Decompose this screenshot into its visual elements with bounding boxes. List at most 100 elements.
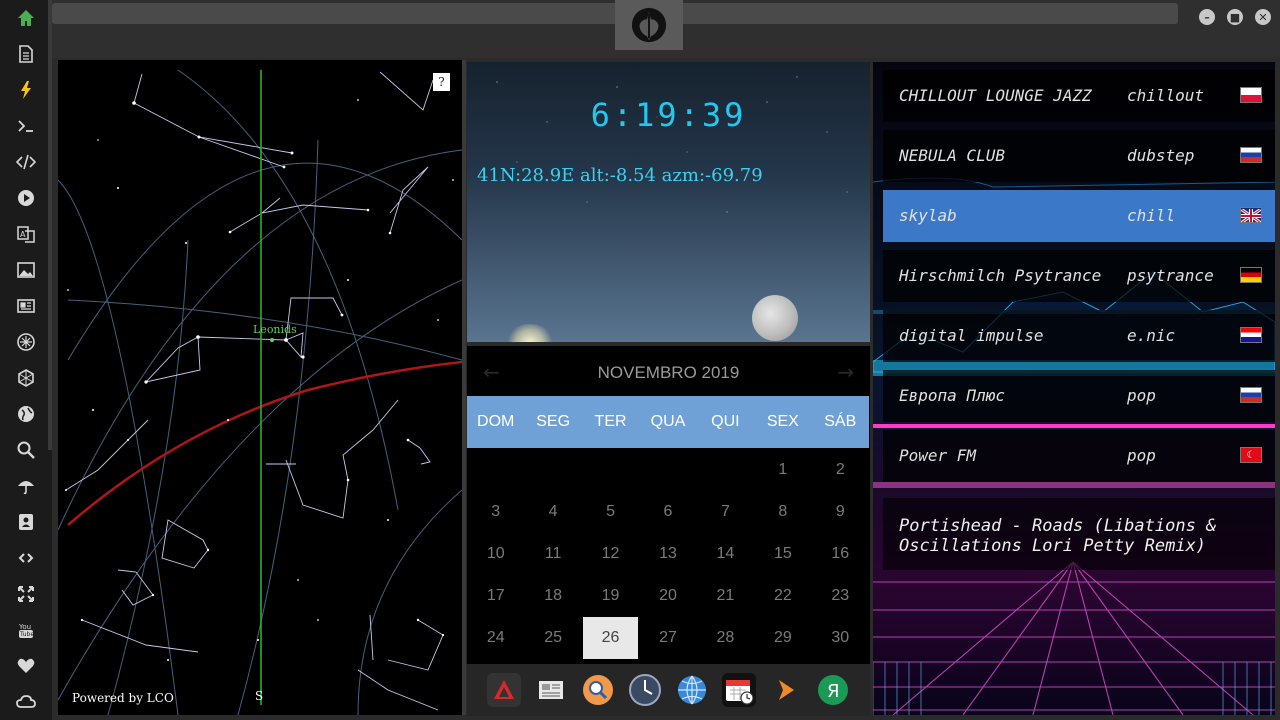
calendar-day[interactable]: 21 xyxy=(697,575,754,617)
calendar-day[interactable]: 7 xyxy=(697,491,754,533)
calendar-day[interactable]: 29 xyxy=(754,617,811,659)
close-icon[interactable]: ✕ xyxy=(1255,9,1271,25)
calendar-day[interactable]: 17 xyxy=(467,575,524,617)
code-icon[interactable] xyxy=(11,150,41,174)
rebel-icon[interactable] xyxy=(11,330,41,354)
calendar-day[interactable]: 11 xyxy=(524,533,581,575)
station-name: Hirschmilch Psytrance xyxy=(899,266,1102,285)
calendar-widget: ← NOVEMBRO 2019 → DOM SEG TER QUA QUI SE… xyxy=(467,346,870,664)
image-icon[interactable] xyxy=(11,258,41,282)
lightning-icon[interactable] xyxy=(11,78,41,102)
station-item[interactable]: Power FM pop ☾ xyxy=(883,430,1275,482)
station-item-active[interactable]: skylab chill xyxy=(883,190,1275,242)
calendar-day[interactable]: 20 xyxy=(639,575,696,617)
calendar-day[interactable]: 23 xyxy=(812,575,869,617)
arrow-right-icon[interactable]: → xyxy=(837,360,854,384)
calendar-day[interactable]: 27 xyxy=(639,617,696,659)
rebel-alliance-icon[interactable] xyxy=(615,0,683,50)
flag-uk-icon xyxy=(1240,207,1262,223)
news-icon[interactable] xyxy=(11,294,41,318)
calendar-day[interactable]: 14 xyxy=(697,533,754,575)
calendar-day[interactable]: 12 xyxy=(582,533,639,575)
calendar-day[interactable]: 16 xyxy=(812,533,869,575)
calendar-day[interactable]: 24 xyxy=(467,617,524,659)
fullscreen-icon[interactable] xyxy=(11,582,41,606)
weekday-label: SEG xyxy=(536,413,571,430)
radio-player: CHILLOUT LOUNGE JAZZ chillout NEBULA CLU… xyxy=(873,62,1275,715)
station-genre: e.nic xyxy=(1127,326,1176,345)
help-button[interactable]: ? xyxy=(433,73,450,91)
play-arrow-icon[interactable] xyxy=(769,673,803,707)
calendar-day[interactable]: 15 xyxy=(754,533,811,575)
globe-icon[interactable] xyxy=(675,673,709,707)
search-icon[interactable] xyxy=(581,673,615,707)
calendar-day[interactable]: 22 xyxy=(754,575,811,617)
calendar-day[interactable]: 25 xyxy=(524,617,581,659)
translate-icon[interactable]: A xyxy=(11,222,41,246)
station-item[interactable]: Европа Плюс pop xyxy=(883,370,1275,422)
weekday-label: TER xyxy=(594,413,627,430)
clock-icon[interactable] xyxy=(628,673,662,707)
youtube-icon[interactable]: You Tube xyxy=(11,618,41,642)
link-icon[interactable] xyxy=(11,546,41,570)
calendar-day xyxy=(467,449,524,491)
calendar-day[interactable]: 5 xyxy=(582,491,639,533)
calendar-day[interactable]: 4 xyxy=(524,491,581,533)
calendar-day[interactable]: 3 xyxy=(467,491,524,533)
station-name: skylab xyxy=(899,206,957,225)
calendar-day[interactable]: 8 xyxy=(754,491,811,533)
globe-icon[interactable] xyxy=(11,402,41,426)
station-name: Power FM xyxy=(899,446,977,465)
calendar-day[interactable]: 19 xyxy=(582,575,639,617)
umbrella-icon[interactable] xyxy=(11,474,41,498)
calendar-day-today[interactable]: 26 xyxy=(582,617,639,659)
calendar-day[interactable]: 28 xyxy=(697,617,754,659)
calendar-day[interactable]: 1 xyxy=(754,449,811,491)
station-genre: dubstep xyxy=(1127,146,1195,165)
station-name: digital impulse xyxy=(899,326,1044,345)
station-genre: pop xyxy=(1127,446,1156,465)
star-chart xyxy=(58,69,462,715)
flag-russia-icon xyxy=(1240,147,1262,163)
contact-icon[interactable] xyxy=(11,510,41,534)
terminal-icon[interactable] xyxy=(11,114,41,138)
home-icon[interactable] xyxy=(11,6,41,30)
calendar-day[interactable]: 10 xyxy=(467,533,524,575)
calendar-icon[interactable] xyxy=(721,673,756,707)
flag-russia-icon xyxy=(1240,387,1262,403)
calendar-day-grid: 1 2 3 4 5 6 7 8 9 10 11 12 13 14 15 16 17 18 19 20 21 22 23 24 2… xyxy=(467,449,869,659)
search-icon[interactable] xyxy=(11,438,41,462)
flag-turkey-icon: ☾ xyxy=(1240,447,1262,463)
heart-icon[interactable] xyxy=(11,654,41,678)
calendar-day xyxy=(524,449,581,491)
flag-germany-icon xyxy=(1240,267,1262,283)
yandex-icon[interactable]: Я xyxy=(816,673,850,707)
station-item[interactable]: Hirschmilch Psytrance psytrance xyxy=(883,250,1275,302)
maximize-icon[interactable]: ■ xyxy=(1227,9,1243,25)
weekday-label: QUA xyxy=(650,413,686,430)
svg-text:You: You xyxy=(18,623,31,631)
sidebar-scrollbar[interactable] xyxy=(48,0,52,450)
sidebar: A You Tube xyxy=(0,0,52,720)
calendar-day[interactable]: 9 xyxy=(812,491,869,533)
station-item[interactable]: CHILLOUT LOUNGE JAZZ chillout xyxy=(883,70,1275,122)
calendar-day[interactable]: 18 xyxy=(524,575,581,617)
station-genre: pop xyxy=(1127,386,1156,405)
svg-text:A: A xyxy=(20,230,26,239)
sky-map[interactable]: Leonids ? Powered by LCO S xyxy=(58,60,466,715)
hexagon-icon[interactable] xyxy=(11,366,41,390)
app-red-icon[interactable] xyxy=(487,673,522,707)
calendar-day[interactable]: 6 xyxy=(639,491,696,533)
station-item[interactable]: NEBULA CLUB dubstep xyxy=(883,130,1275,182)
cloud-icon[interactable] xyxy=(11,690,41,714)
station-genre: chillout xyxy=(1127,86,1205,105)
station-genre: psytrance xyxy=(1127,266,1214,285)
minimize-icon[interactable]: – xyxy=(1199,9,1215,25)
calendar-day[interactable]: 13 xyxy=(639,533,696,575)
play-icon[interactable] xyxy=(11,186,41,210)
calendar-day[interactable]: 2 xyxy=(812,449,869,491)
calendar-day[interactable]: 30 xyxy=(812,617,869,659)
document-icon[interactable] xyxy=(11,42,41,66)
newspaper-icon[interactable] xyxy=(534,673,568,707)
station-item[interactable]: digital impulse e.nic xyxy=(883,310,1275,362)
